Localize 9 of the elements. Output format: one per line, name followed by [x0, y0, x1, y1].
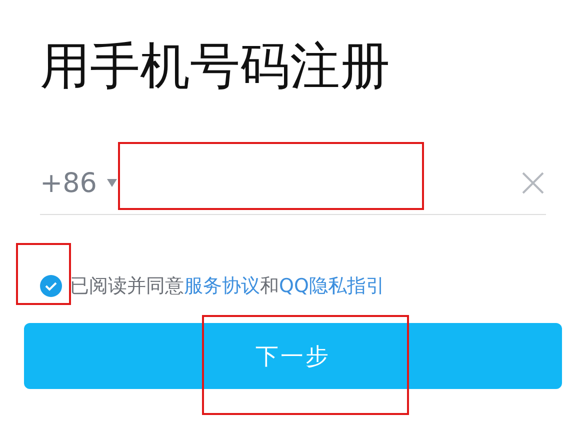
agreement-link[interactable]: 服务协议 — [184, 275, 260, 297]
agreement-link[interactable]: QQ隐私指引 — [279, 275, 385, 297]
agreement-text: 已阅读并同意服务协议和QQ隐私指引 — [70, 274, 385, 299]
clear-icon[interactable] — [520, 170, 546, 196]
agree-checkbox[interactable] — [40, 275, 62, 297]
next-button[interactable]: 下一步 — [24, 323, 562, 389]
country-code[interactable]: +86 — [40, 168, 97, 198]
page-title: 用手机号码注册 — [40, 36, 391, 97]
caret-icon[interactable] — [106, 179, 117, 187]
